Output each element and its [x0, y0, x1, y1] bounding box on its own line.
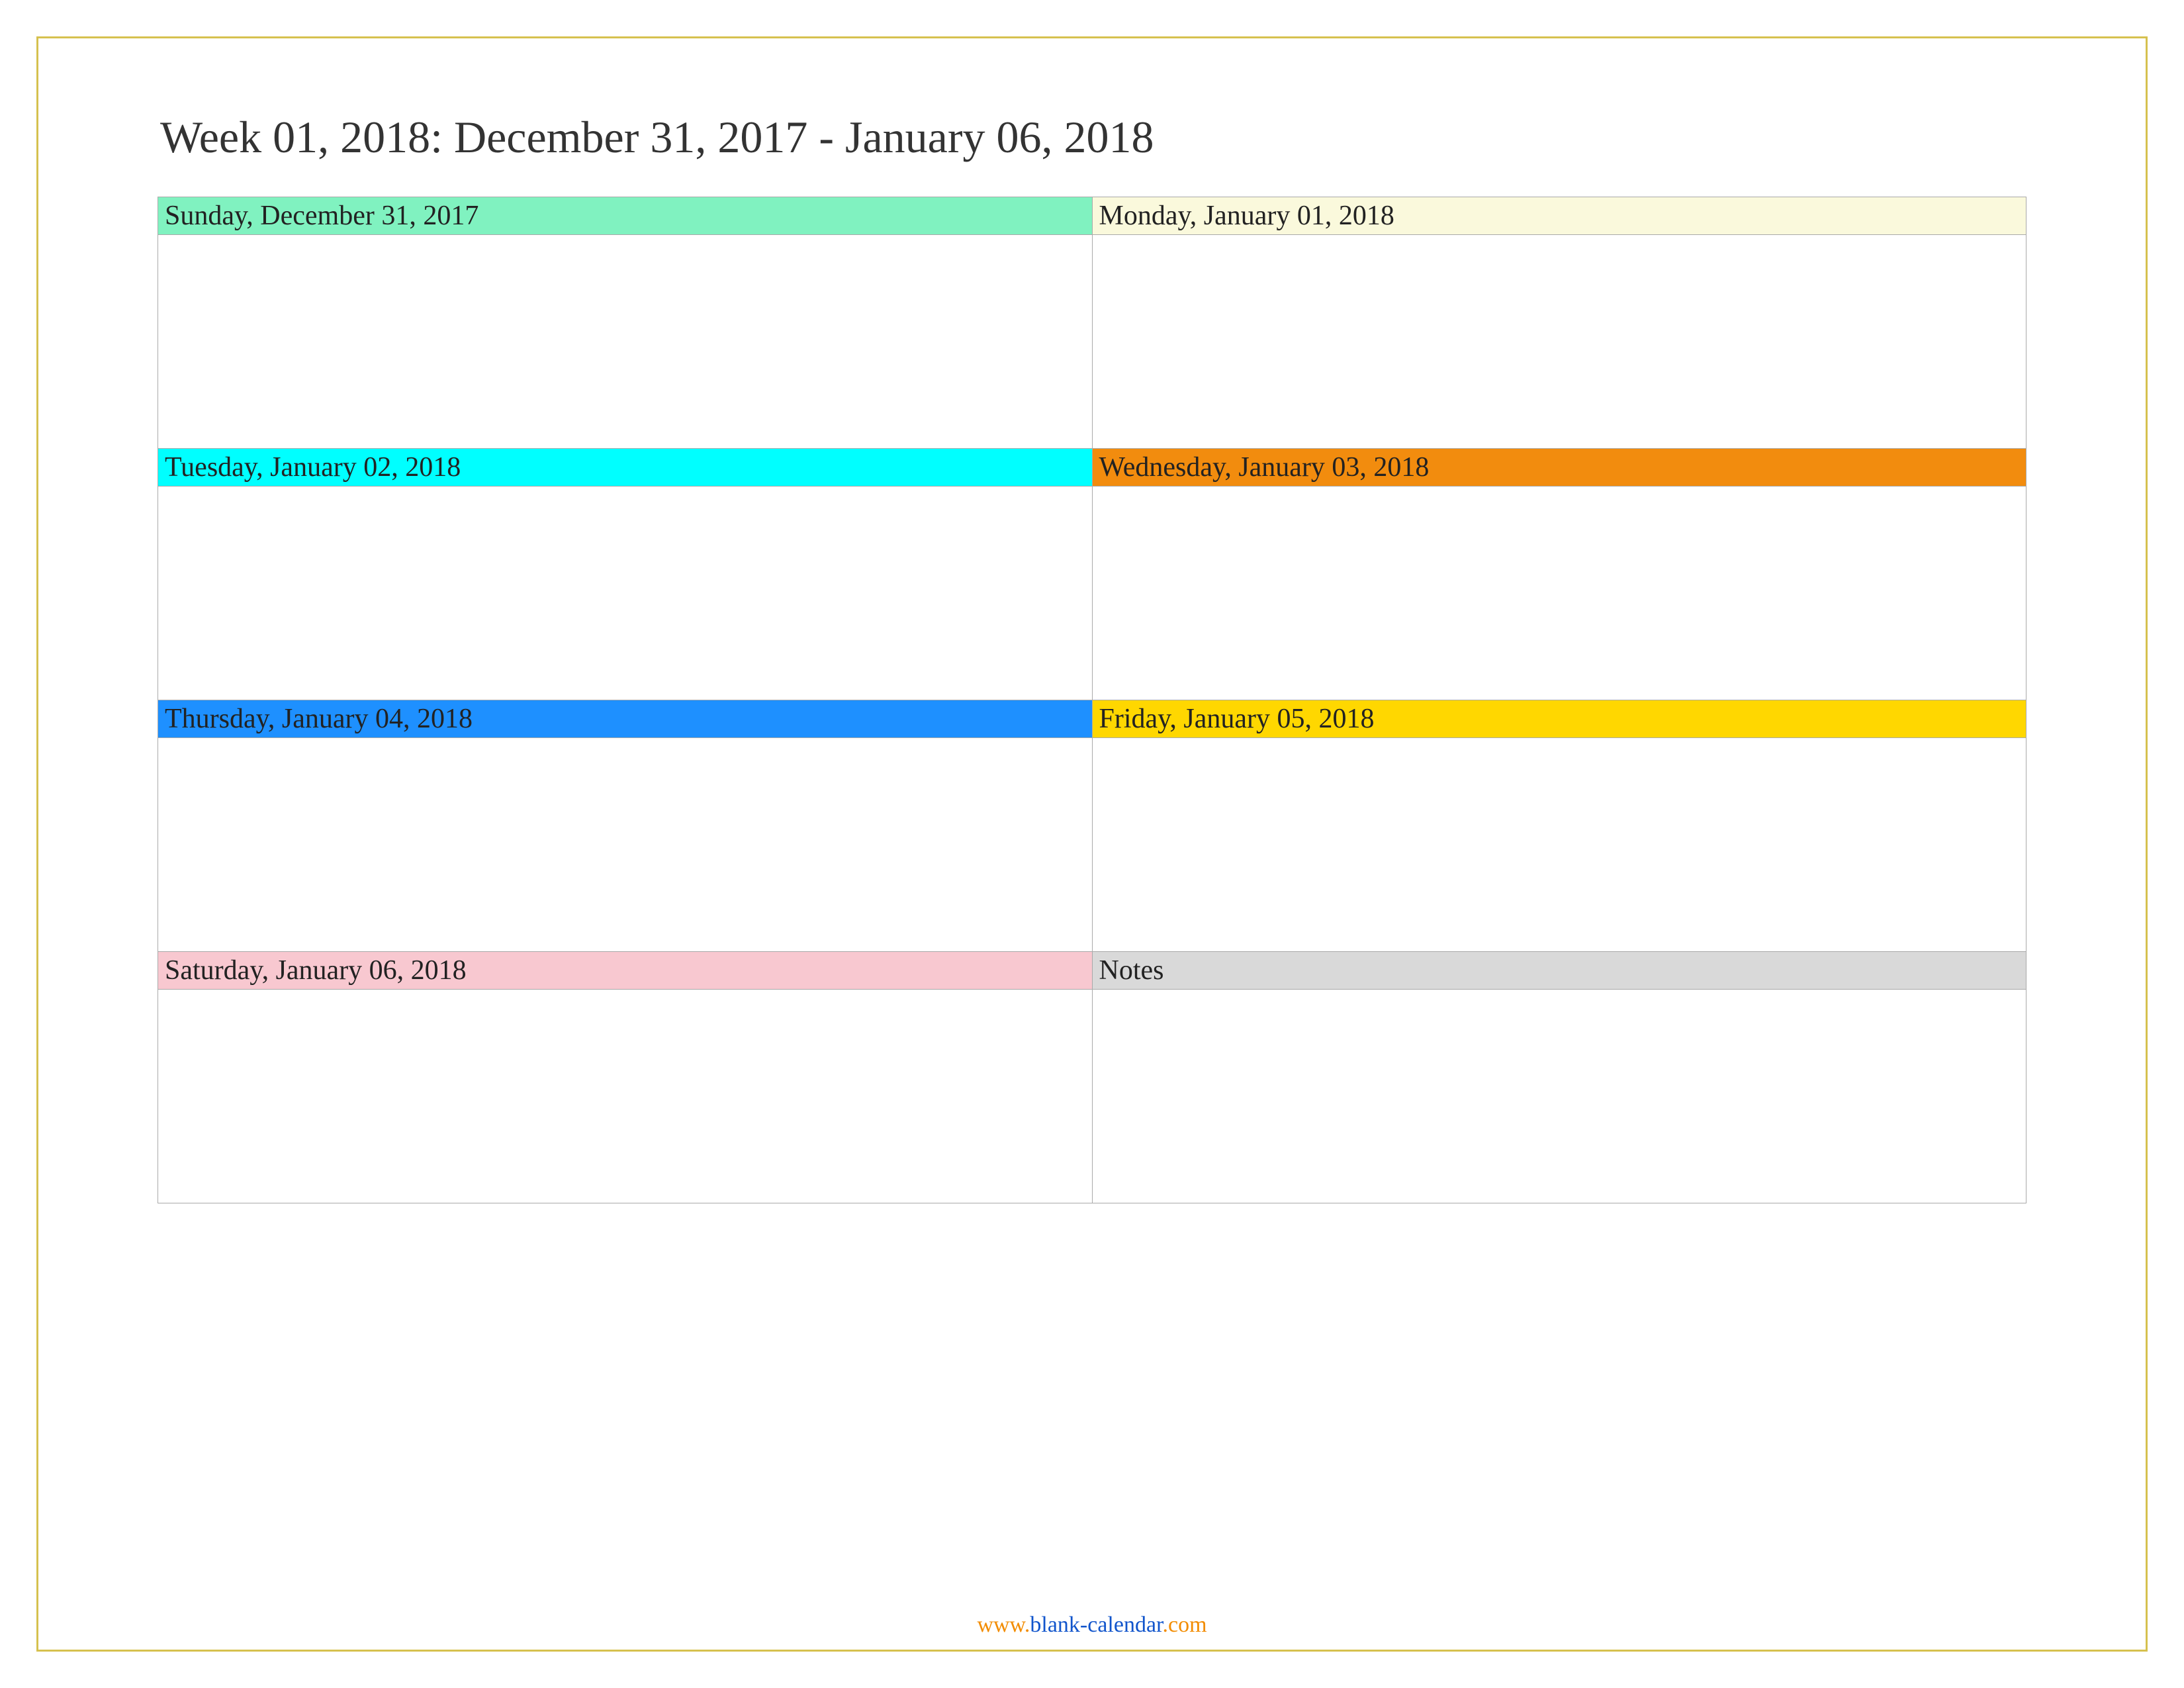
wednesday-body[interactable]	[1092, 487, 2026, 700]
thursday-header: Thursday, January 04, 2018	[158, 700, 1093, 738]
wednesday-header: Wednesday, January 03, 2018	[1092, 449, 2026, 487]
notes-body[interactable]	[1092, 990, 2026, 1203]
friday-header: Friday, January 05, 2018	[1092, 700, 2026, 738]
footer-main: blank-calendar	[1030, 1613, 1162, 1637]
monday-header: Monday, January 01, 2018	[1092, 197, 2026, 235]
footer: www.blank-calendar.com	[38, 1613, 2146, 1638]
thursday-body[interactable]	[158, 738, 1093, 952]
footer-suffix: .com	[1163, 1613, 1207, 1637]
friday-body[interactable]	[1092, 738, 2026, 952]
content-area: Week 01, 2018: December 31, 2017 - Janua…	[158, 111, 2026, 1597]
notes-header: Notes	[1092, 952, 2026, 990]
monday-body[interactable]	[1092, 235, 2026, 449]
footer-prefix: www.	[977, 1613, 1030, 1637]
saturday-header: Saturday, January 06, 2018	[158, 952, 1093, 990]
page-border: Week 01, 2018: December 31, 2017 - Janua…	[36, 36, 2148, 1652]
page-title: Week 01, 2018: December 31, 2017 - Janua…	[158, 111, 2026, 164]
weekly-calendar-grid: Sunday, December 31, 2017 Monday, Januar…	[158, 197, 2026, 1203]
sunday-header: Sunday, December 31, 2017	[158, 197, 1093, 235]
tuesday-body[interactable]	[158, 487, 1093, 700]
sunday-body[interactable]	[158, 235, 1093, 449]
tuesday-header: Tuesday, January 02, 2018	[158, 449, 1093, 487]
saturday-body[interactable]	[158, 990, 1093, 1203]
footer-link[interactable]: www.blank-calendar.com	[977, 1613, 1206, 1637]
